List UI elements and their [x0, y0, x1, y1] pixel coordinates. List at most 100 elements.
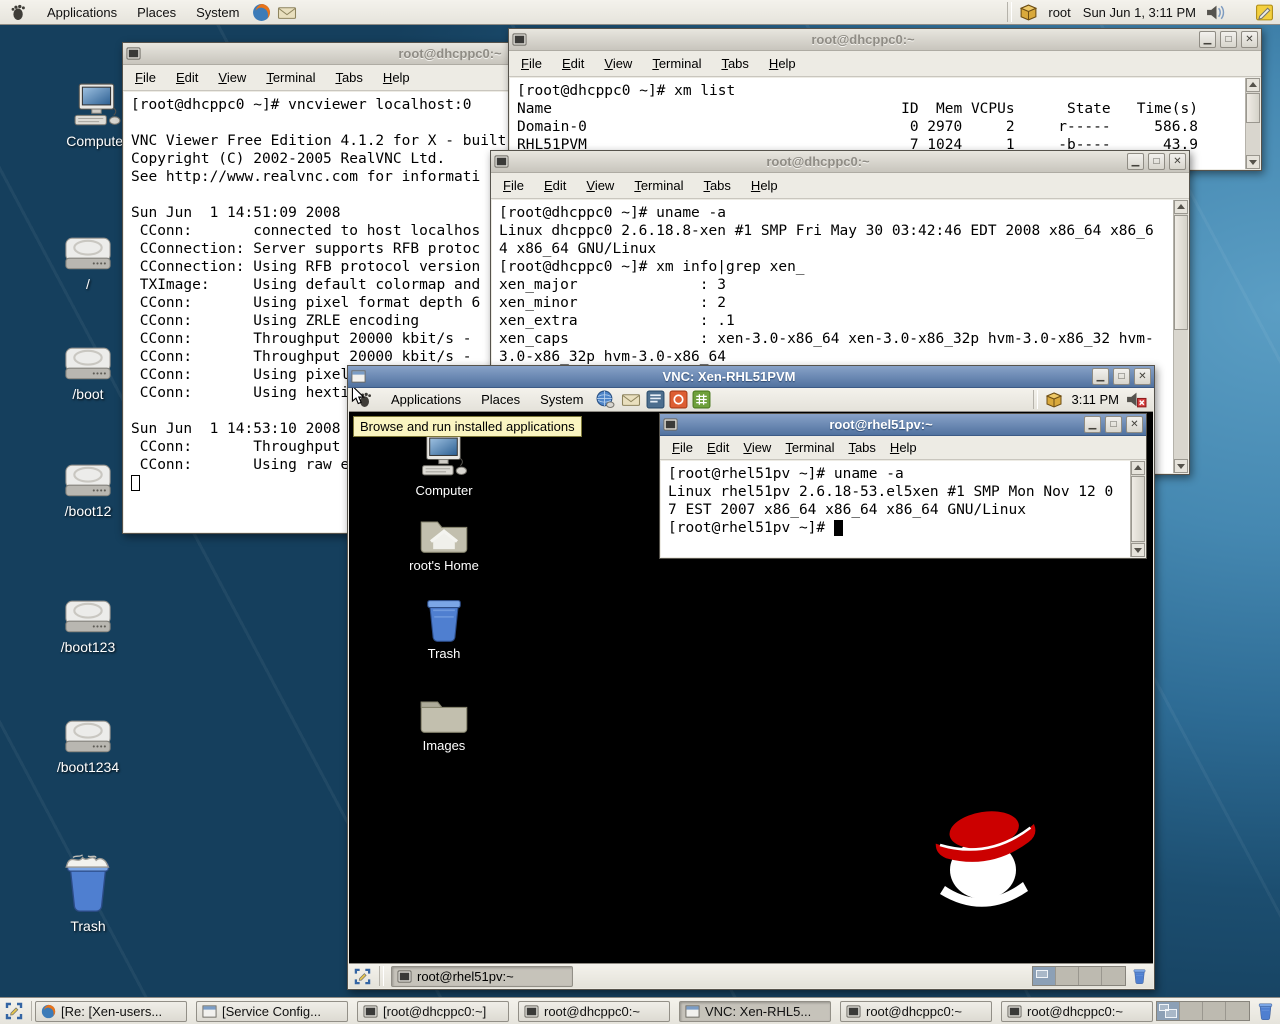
close-button[interactable]: ✕ [1134, 368, 1151, 385]
desktop-icon-trash[interactable]: Trash [51, 848, 125, 934]
menu-help[interactable]: Help [383, 70, 410, 85]
menu-tabs[interactable]: Tabs [848, 440, 875, 455]
menu-edit[interactable]: Edit [176, 70, 198, 85]
scroll-up-button[interactable] [1131, 461, 1145, 475]
menu-tabs[interactable]: Tabs [703, 178, 730, 193]
remote-panel-handle[interactable] [1033, 390, 1038, 408]
remote-icon-roots-home[interactable]: root's Home [407, 514, 481, 573]
remote-trash-applet-icon[interactable] [1126, 964, 1153, 988]
maximize-button[interactable]: □ [1113, 368, 1130, 385]
remote-terminal-window[interactable]: root@rhel51pv:~ ▁□✕ File Edit View Termi… [659, 413, 1147, 559]
scrollbar[interactable] [1130, 461, 1145, 557]
menu-help[interactable]: Help [890, 440, 917, 455]
remote-workspace-switcher[interactable] [1032, 966, 1126, 986]
titlebar[interactable]: root@dhcppc0:~ ▁□✕ [509, 29, 1261, 51]
firefox-launcher-icon[interactable] [249, 0, 274, 24]
scrollbar[interactable] [1245, 78, 1260, 169]
workspace-switcher[interactable] [1156, 1001, 1250, 1021]
menu-terminal[interactable]: Terminal [785, 440, 834, 455]
menu-edit[interactable]: Edit [562, 56, 584, 71]
menu-help[interactable]: Help [751, 178, 778, 193]
menu-terminal[interactable]: Terminal [266, 70, 315, 85]
software-updater-icon[interactable] [1015, 0, 1042, 24]
task-button-terminal-1[interactable]: [root@dhcppc0:~] [357, 1001, 509, 1022]
menu-terminal[interactable]: Terminal [652, 56, 701, 71]
scrollbar[interactable] [1173, 200, 1188, 473]
desktop-icon-boot12[interactable]: /boot12 [51, 461, 125, 519]
desktop-icon-boot123[interactable]: /boot123 [51, 597, 125, 655]
terminal-output[interactable]: [root@rhel51pv ~]# uname -a Linux rhel51… [661, 461, 1145, 557]
menu-tabs[interactable]: Tabs [721, 56, 748, 71]
workspace-2[interactable] [1056, 967, 1079, 985]
workspace-2[interactable] [1180, 1002, 1203, 1020]
email-launcher-icon[interactable] [274, 0, 300, 24]
task-button-vnc[interactable]: VNC: Xen-RHL5... [679, 1001, 831, 1022]
menu-file[interactable]: File [672, 440, 693, 455]
menu-view[interactable]: View [743, 440, 771, 455]
menu-file[interactable]: File [503, 178, 524, 193]
titlebar[interactable]: root@dhcppc0:~ ▁□✕ [491, 151, 1189, 173]
menu-tabs[interactable]: Tabs [335, 70, 362, 85]
maximize-button[interactable]: □ [1105, 416, 1122, 433]
menu-view[interactable]: View [586, 178, 614, 193]
workspace-4[interactable] [1102, 967, 1125, 985]
menu-view[interactable]: View [604, 56, 632, 71]
remote-clock[interactable]: 3:11 PM [1067, 388, 1124, 411]
remote-browser-launcher-icon[interactable] [593, 388, 618, 411]
remote-desktop[interactable]: Applications Places System 3:11 PM Brows… [349, 388, 1153, 988]
remote-icon-computer[interactable]: Computer [407, 434, 481, 498]
workspace-4[interactable] [1226, 1002, 1249, 1020]
menu-file[interactable]: File [135, 70, 156, 85]
remote-email-launcher-icon[interactable] [618, 388, 644, 411]
task-button-terminal-3[interactable]: root@dhcppc0:~ [840, 1001, 992, 1022]
menu-help[interactable]: Help [769, 56, 796, 71]
workspace-1[interactable] [1033, 967, 1056, 985]
remote-icon-trash[interactable]: Trash [407, 594, 481, 661]
menu-places[interactable]: Places [127, 0, 186, 24]
scroll-up-button[interactable] [1246, 78, 1260, 92]
workspace-1[interactable] [1157, 1002, 1180, 1020]
show-desktop-icon[interactable] [0, 998, 28, 1024]
gnome-menu-icon[interactable] [0, 0, 37, 24]
remote-calc-launcher-icon[interactable] [690, 388, 713, 411]
trash-applet-icon[interactable] [1253, 998, 1278, 1024]
workspace-3[interactable] [1203, 1002, 1226, 1020]
remote-software-updater-icon[interactable] [1041, 388, 1067, 411]
menu-system[interactable]: System [186, 0, 249, 24]
scroll-down-button[interactable] [1246, 155, 1260, 169]
notes-applet-icon[interactable] [1249, 0, 1280, 24]
menu-edit[interactable]: Edit [544, 178, 566, 193]
maximize-button[interactable]: □ [1148, 153, 1165, 170]
desktop-icon-boot[interactable]: /boot [51, 344, 125, 402]
close-button[interactable]: ✕ [1169, 153, 1186, 170]
remote-task-button[interactable]: root@rhel51pv:~ [391, 966, 573, 987]
minimize-button[interactable]: ▁ [1127, 153, 1144, 170]
remote-menu-system[interactable]: System [530, 388, 593, 411]
remote-taskbar-handle[interactable] [379, 966, 384, 985]
scroll-thumb[interactable] [1246, 93, 1260, 123]
desktop-icon-root-drive[interactable]: / [51, 234, 125, 292]
menu-applications[interactable]: Applications [37, 0, 127, 24]
clock[interactable]: Sun Jun 1, 3:11 PM [1077, 0, 1202, 24]
minimize-button[interactable]: ▁ [1092, 368, 1109, 385]
desktop-icon-boot1234[interactable]: /boot1234 [51, 717, 125, 775]
user-switcher[interactable]: root [1042, 0, 1076, 24]
minimize-button[interactable]: ▁ [1084, 416, 1101, 433]
menu-terminal[interactable]: Terminal [634, 178, 683, 193]
task-button-firefox[interactable]: [Re: [Xen-users... [35, 1001, 187, 1022]
task-button-terminal-4[interactable]: root@dhcppc0:~ [1001, 1001, 1153, 1022]
maximize-button[interactable]: □ [1220, 31, 1237, 48]
task-button-service-config[interactable]: [Service Config... [196, 1001, 348, 1022]
close-button[interactable]: ✕ [1241, 31, 1258, 48]
vnc-viewer-window[interactable]: VNC: Xen-RHL51PVM ▁□✕ Applications Place… [347, 365, 1155, 990]
remote-writer-launcher-icon[interactable] [644, 388, 667, 411]
remote-show-desktop-icon[interactable] [349, 964, 376, 988]
minimize-button[interactable]: ▁ [1199, 31, 1216, 48]
scroll-down-button[interactable] [1174, 459, 1188, 473]
panel-handle[interactable] [1007, 2, 1012, 21]
scroll-thumb[interactable] [1131, 476, 1145, 542]
workspace-3[interactable] [1079, 967, 1102, 985]
titlebar[interactable]: VNC: Xen-RHL51PVM ▁□✕ [348, 366, 1154, 388]
volume-icon[interactable] [1202, 0, 1231, 24]
menu-file[interactable]: File [521, 56, 542, 71]
